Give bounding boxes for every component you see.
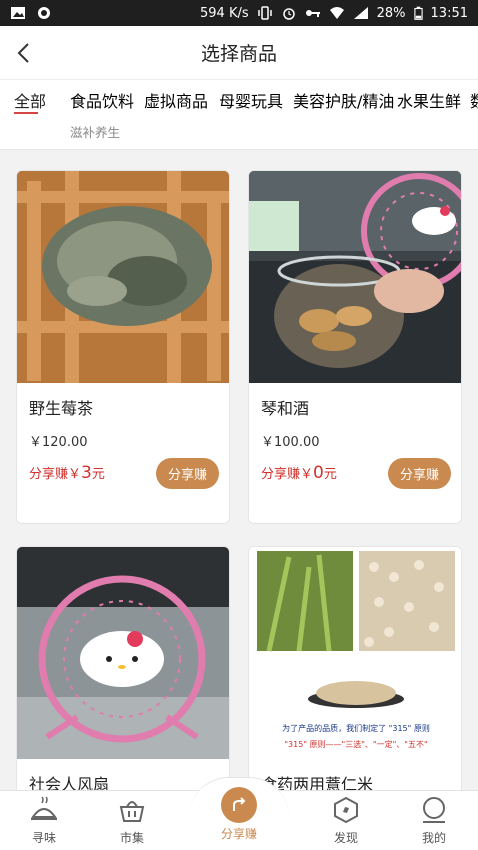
image-notification-icon <box>11 7 25 19</box>
food-cloche-icon <box>31 796 57 820</box>
hexagon-discover-icon <box>334 796 358 824</box>
key-icon <box>305 10 320 17</box>
share-earn-button[interactable]: 分享赚 <box>387 457 451 489</box>
product-image-barley: 为了产品的品质，我们制定了 "315" 原则 "315" 原则——"三选"、"一… <box>249 547 461 759</box>
nav-label: 我的 <box>421 831 446 845</box>
nav-label: 发现 <box>333 831 358 845</box>
nav-item-share-earn[interactable]: 分享赚 <box>199 825 279 842</box>
nav-label: 寻味 <box>31 831 56 845</box>
product-card[interactable]: 为了产品的品质，我们制定了 "315" 原则 "315" 原则——"三选"、"一… <box>248 546 462 790</box>
share-earn-tab-icon[interactable] <box>221 787 257 823</box>
tab-virtual-goods[interactable]: 虚拟商品 <box>144 88 208 112</box>
product-name: 琴和酒 <box>261 399 310 418</box>
alarm-icon <box>282 8 295 20</box>
tab-nourishing-health[interactable]: 滋补养生 <box>70 122 120 141</box>
nav-item-market[interactable]: 市集 <box>92 795 172 846</box>
battery-icon <box>413 6 423 20</box>
vibrate-icon <box>257 6 272 20</box>
nav-item-discover[interactable]: 发现 <box>306 795 386 846</box>
signal-icon <box>353 7 368 19</box>
active-tab-indicator <box>14 112 38 114</box>
tab-food-drinks[interactable]: 食品饮料 <box>70 88 134 112</box>
share-earn-button[interactable]: 分享赚 <box>155 457 219 489</box>
product-caption-line1: 为了产品的品质，我们制定了 "315" 原则 <box>282 724 430 733</box>
category-tabs: 全部 食品饮料 虚拟商品 母婴玩具 美容护肤/精油 水果生鲜 数 滋补养生 <box>0 80 478 150</box>
circle-notification-icon <box>38 7 50 19</box>
share-earnings: 分享赚￥0元 <box>261 463 337 483</box>
back-arrow-icon[interactable] <box>12 40 38 66</box>
product-name: 食药两用薏仁米 <box>261 775 374 790</box>
product-caption-line2: "315" 原则——"三选"、"一定"、"五不" <box>284 740 428 749</box>
nav-label: 市集 <box>119 831 144 845</box>
nav-item-xunwei[interactable]: 寻味 <box>4 795 84 846</box>
product-card[interactable]: 野生莓茶 ￥120.00 分享赚￥3元 分享赚 <box>16 170 230 524</box>
app-header: 选择商品 <box>0 26 478 80</box>
product-price: ￥100.00 <box>261 435 320 450</box>
tab-baby-toys[interactable]: 母婴玩具 <box>219 88 283 112</box>
basket-icon <box>119 801 145 822</box>
product-image-tea <box>17 171 229 383</box>
tab-more[interactable]: 数 <box>470 88 478 112</box>
network-speed: 594 K/s <box>200 5 249 21</box>
product-card[interactable]: 琴和酒 ￥100.00 分享赚￥0元 分享赚 <box>248 170 462 524</box>
wifi-icon <box>329 7 344 19</box>
page-title: 选择商品 <box>200 43 277 65</box>
tab-beauty-oils[interactable]: 美容护肤/精油 <box>293 88 394 112</box>
product-card[interactable]: 社会人风扇 <box>16 546 230 790</box>
product-price: ￥120.00 <box>29 435 88 450</box>
bottom-navigation: 寻味 市集 分享赚 发现 我的 <box>0 777 478 850</box>
product-image-wine <box>249 171 461 383</box>
battery-level: 28% <box>376 5 406 21</box>
product-grid: 野生莓茶 ￥120.00 分享赚￥3元 分享赚 琴和酒 ￥100.00 分享赚￥… <box>0 150 478 790</box>
product-name: 社会人风扇 <box>29 775 110 790</box>
share-earnings: 分享赚￥3元 <box>29 463 105 483</box>
status-bar: 594 K/s 28% 13:51 <box>0 0 478 26</box>
tab-fruit-fresh[interactable]: 水果生鲜 <box>397 88 461 112</box>
nav-label: 分享赚 <box>220 827 257 841</box>
clock: 13:51 <box>430 5 468 21</box>
user-icon <box>423 797 445 823</box>
product-name: 野生莓茶 <box>29 399 94 418</box>
product-image-fan <box>17 547 229 759</box>
nav-item-mine[interactable]: 我的 <box>394 795 474 846</box>
tab-all[interactable]: 全部 <box>14 88 46 112</box>
